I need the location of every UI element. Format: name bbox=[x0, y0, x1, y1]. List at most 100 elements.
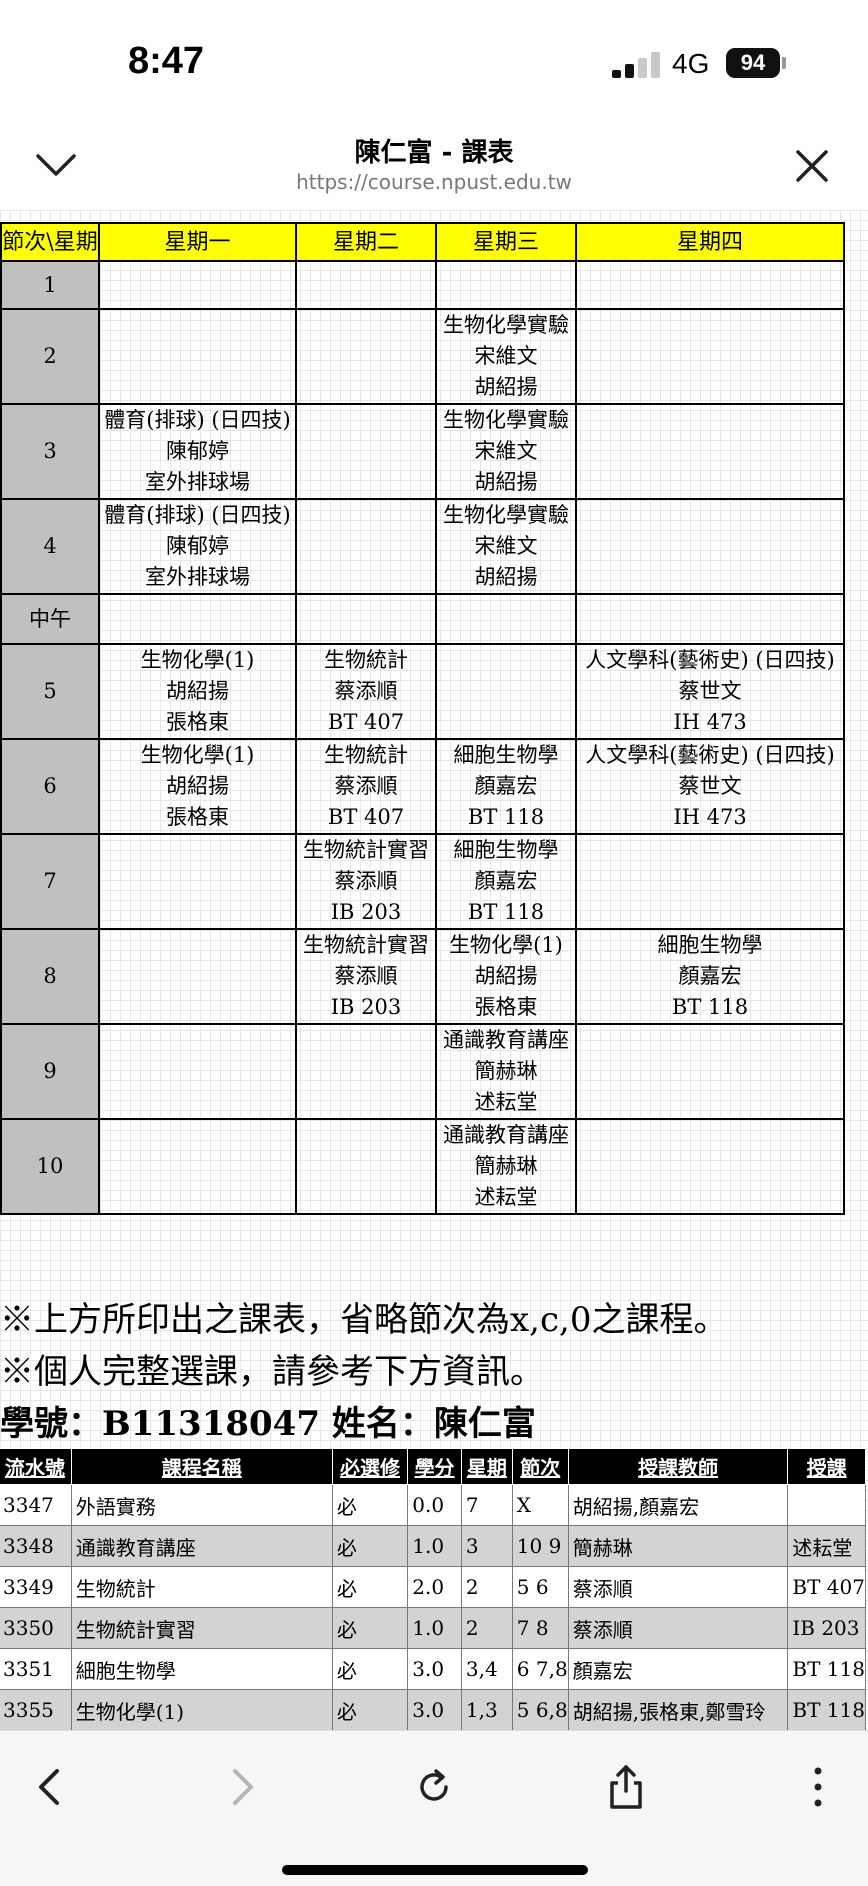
cell-line: 體育(排球) (日四技) bbox=[104, 408, 291, 432]
cell-line: 生物統計實習 bbox=[303, 838, 429, 862]
course-cell: 3347 bbox=[0, 1484, 72, 1526]
course-cell: 10 9 bbox=[511, 1525, 569, 1567]
course-header-cell: 節次 bbox=[511, 1448, 569, 1485]
course-cell: 顏嘉宏 bbox=[567, 1648, 789, 1690]
course-cell: X bbox=[511, 1484, 569, 1526]
course-cell: BT 407 bbox=[787, 1566, 866, 1608]
course-cell: 細胞生物學 bbox=[70, 1648, 333, 1690]
course-cell: 5 6 bbox=[511, 1566, 569, 1608]
timetable-cell: 生物統計實習 蔡添順 IB 203 bbox=[295, 928, 437, 1025]
cell-line: 胡紹揚 bbox=[474, 470, 538, 494]
cell-line: 生物化學(1) bbox=[449, 933, 563, 957]
period-label: 4 bbox=[0, 498, 100, 595]
course-cell: 1.0 bbox=[407, 1607, 462, 1649]
cell-line: BT 407 bbox=[327, 710, 405, 734]
note-line-2: ※個人完整選課，請參考下方資訊。 bbox=[0, 1352, 544, 1392]
signal-icon bbox=[612, 52, 662, 78]
forward-icon[interactable] bbox=[212, 1757, 272, 1817]
cell-line: BT 407 bbox=[327, 805, 405, 829]
course-cell: 1,3 bbox=[460, 1689, 513, 1730]
timetable-header-cell: 星期二 bbox=[295, 222, 437, 262]
course-cell: 必 bbox=[331, 1648, 409, 1690]
page-url[interactable]: https://course.npust.edu.tw bbox=[0, 170, 868, 194]
timetable-cell: 生物化學(1) 胡紹揚 張格東 bbox=[98, 738, 297, 835]
cell-line: 蔡添順 bbox=[334, 679, 398, 703]
cell-line: IH 473 bbox=[673, 805, 747, 829]
course-cell: 生物統計實習 bbox=[70, 1607, 333, 1649]
timetable-cell bbox=[435, 593, 577, 645]
cell-line: 張格東 bbox=[474, 995, 538, 1019]
timetable-cell bbox=[575, 833, 845, 930]
course-cell: 生物統計 bbox=[70, 1566, 333, 1608]
status-time: 8:47 bbox=[128, 40, 205, 82]
course-header-cell: 課程名稱 bbox=[70, 1448, 333, 1485]
cell-line: 胡紹揚 bbox=[166, 774, 229, 798]
cell-line: 宋維文 bbox=[474, 344, 538, 368]
course-cell: 述耘堂 bbox=[787, 1525, 866, 1567]
course-cell: 7 8 bbox=[511, 1607, 569, 1649]
cell-line: 蔡添順 bbox=[334, 964, 398, 988]
course-cell: 胡紹揚,顏嘉宏 bbox=[567, 1484, 789, 1526]
course-cell: 0.0 bbox=[407, 1484, 462, 1526]
course-cell: 胡紹揚,張格東,鄭雪玲 bbox=[567, 1689, 789, 1730]
timetable-header-cell: 星期一 bbox=[98, 222, 297, 262]
timetable-cell bbox=[295, 403, 437, 500]
course-cell: 3349 bbox=[0, 1566, 72, 1608]
timetable-row: 10 通識教育講座 簡赫琳 述耘堂 bbox=[0, 1118, 845, 1215]
course-cell: 2.0 bbox=[407, 1566, 462, 1608]
timetable-header-cell: 星期三 bbox=[435, 222, 577, 262]
timetable-cell bbox=[98, 1118, 297, 1215]
reload-icon[interactable] bbox=[404, 1757, 464, 1817]
course-row: 3350 生物統計實習必 1.0 2 7 8 蔡添順 IB 203 bbox=[0, 1607, 866, 1649]
cell-line: IB 203 bbox=[330, 900, 402, 924]
course-cell: 2 bbox=[460, 1607, 513, 1649]
back-icon[interactable] bbox=[20, 1757, 80, 1817]
battery-tip bbox=[782, 57, 786, 69]
cell-line: 顏嘉宏 bbox=[678, 964, 742, 988]
course-cell: 必 bbox=[331, 1689, 409, 1730]
cell-line: 陳郁婷 bbox=[166, 439, 229, 463]
timetable-header-cell: 星期四 bbox=[575, 222, 845, 262]
cell-line: 生物化學(1) bbox=[140, 648, 255, 672]
more-icon[interactable] bbox=[788, 1757, 848, 1817]
timetable-cell bbox=[575, 498, 845, 595]
cell-line: 胡紹揚 bbox=[166, 679, 229, 703]
timetable-row: 4 體育(排球) (日四技) 陳郁婷 室外排球場 生物化學實驗 宋維文 胡紹揚 bbox=[0, 498, 845, 595]
network-type: 4G bbox=[672, 48, 710, 79]
course-cell: BT 118 bbox=[787, 1648, 866, 1690]
cell-line: 顏嘉宏 bbox=[474, 774, 538, 798]
browser-header: 陳仁富 - 課表 https://course.npust.edu.tw bbox=[0, 120, 868, 210]
course-list-table: 流水號 課程名稱 必選修 學分 星期 節次 授課教師 授課 3347 外語實務必 0… bbox=[0, 1448, 866, 1730]
timetable-cell: 細胞生物學 顏嘉宏 BT 118 bbox=[435, 738, 577, 835]
course-cell: IB 203 bbox=[787, 1607, 866, 1649]
cell-line: 宋維文 bbox=[474, 439, 538, 463]
timetable-cell: 通識教育講座 簡赫琳 述耘堂 bbox=[435, 1118, 577, 1215]
cell-line: 體育(排球) (日四技) bbox=[104, 503, 291, 527]
cell-line: 通識教育講座 bbox=[443, 1123, 569, 1147]
course-header-cell: 流水號 bbox=[0, 1448, 72, 1485]
course-cell: BT 118 bbox=[787, 1689, 866, 1730]
timetable-cell: 體育(排球) (日四技) 陳郁婷 室外排球場 bbox=[98, 498, 297, 595]
timetable-cell bbox=[575, 403, 845, 500]
close-icon[interactable] bbox=[794, 148, 830, 184]
timetable-cell: 生物化學(1) 胡紹揚 張格東 bbox=[98, 643, 297, 740]
timetable-cell bbox=[98, 593, 297, 645]
page-title: 陳仁富 - 課表 bbox=[354, 138, 514, 168]
course-header-cell: 授課教師 bbox=[567, 1448, 789, 1485]
cell-line: BT 118 bbox=[467, 900, 545, 924]
course-cell bbox=[787, 1484, 866, 1526]
period-label: 2 bbox=[0, 308, 100, 405]
timetable-header-cell: 節次\星期 bbox=[0, 222, 100, 262]
document-view[interactable]: 節次\星期 星期一 星期二 星期三 星期四 1 2 生物化學實驗 宋維文 胡紹揚 3 體育(… bbox=[0, 210, 868, 1730]
course-cell: 蔡添順 bbox=[567, 1607, 789, 1649]
cell-line: 生物統計 bbox=[324, 743, 408, 767]
course-header-row: 流水號 課程名稱 必選修 學分 星期 節次 授課教師 授課 bbox=[0, 1448, 866, 1485]
course-cell: 7 bbox=[460, 1484, 513, 1526]
timetable-header-row: 節次\星期 星期一 星期二 星期三 星期四 bbox=[0, 222, 845, 262]
cell-line: 胡紹揚 bbox=[474, 565, 538, 589]
course-header-cell: 必選修 bbox=[331, 1448, 409, 1485]
cell-line: 生物化學實驗 bbox=[443, 503, 569, 527]
cell-line: 張格東 bbox=[166, 805, 229, 829]
timetable-cell: 生物統計 蔡添順 BT 407 bbox=[295, 738, 437, 835]
share-icon[interactable] bbox=[596, 1757, 656, 1817]
